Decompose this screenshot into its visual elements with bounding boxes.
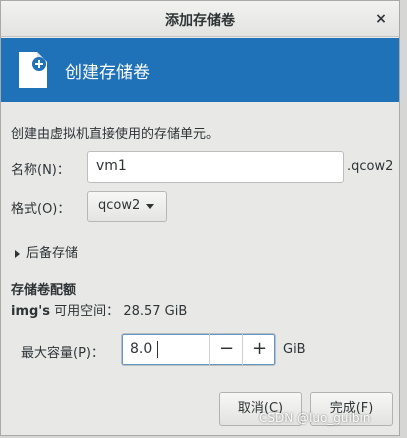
backing-store-expander[interactable]: 后备存储 [15, 242, 78, 261]
format-label: 格式(O)： [11, 202, 71, 217]
available-label: 可用空间： [54, 304, 120, 319]
header-banner: 创建存储卷 [1, 38, 399, 102]
dialog-title: 添加存储卷 [165, 13, 235, 29]
max-capacity-label: 最大容量(P)： [21, 346, 104, 361]
name-suffix: .qcow2 [347, 159, 394, 174]
close-button[interactable]: × [371, 9, 391, 29]
pool-name: img's [11, 304, 51, 319]
backing-store-label: 后备存储 [26, 246, 79, 261]
new-file-icon [19, 52, 47, 88]
available-space: img's 可用空间： 28.57 GiB [11, 300, 187, 319]
add-volume-dialog: 添加存储卷 × 创建存储卷 创建由虚拟机直接使用的存储单元。 名称(N)： vm… [0, 0, 400, 436]
watermark: CSDN @luo_guibin [259, 411, 371, 425]
decrement-button[interactable]: − [209, 334, 243, 365]
title-bar: 添加存储卷 × [1, 1, 399, 37]
description-text: 创建由虚拟机直接使用的存储单元。 [11, 127, 220, 142]
available-value: 28.57 GiB [123, 304, 188, 319]
quota-section-title: 存储卷配额 [11, 283, 77, 298]
name-input[interactable]: vm1 [87, 151, 344, 183]
chevron-down-icon [146, 204, 154, 209]
banner-title: 创建存储卷 [65, 63, 150, 83]
max-capacity-spinbox[interactable]: 8.0 − + [121, 333, 276, 366]
format-value: qcow2 [98, 198, 141, 213]
capacity-unit: GiB [283, 342, 306, 357]
text-cursor [157, 341, 158, 358]
max-capacity-input[interactable]: 8.0 [130, 341, 152, 357]
format-dropdown[interactable]: qcow2 [87, 191, 167, 222]
increment-button[interactable]: + [242, 334, 276, 365]
name-label: 名称(N)： [11, 163, 70, 178]
expander-arrow-icon [15, 249, 20, 258]
